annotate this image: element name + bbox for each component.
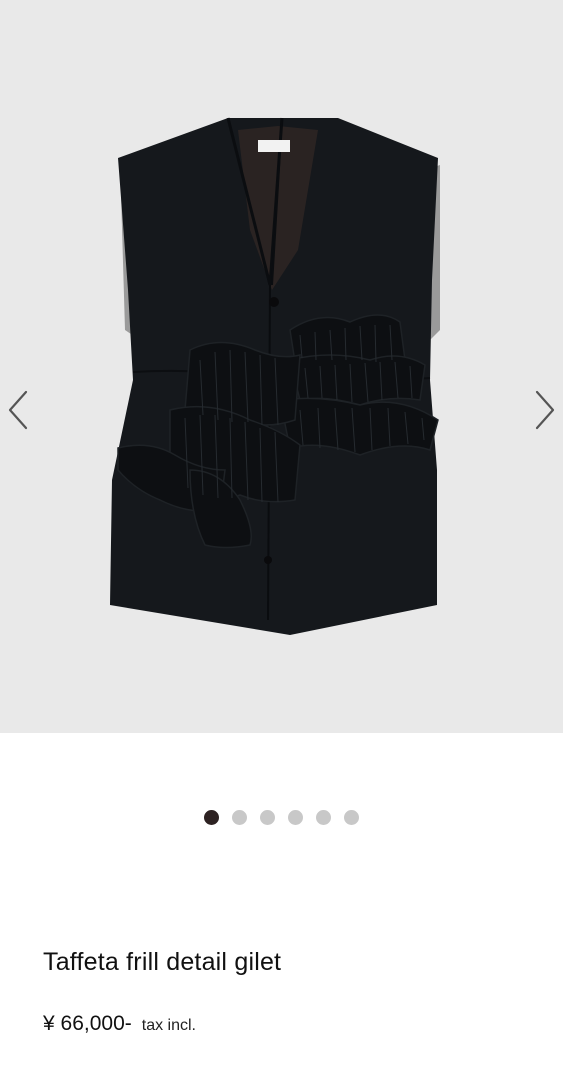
chevron-right-icon — [535, 390, 555, 430]
pagination-dot-4[interactable] — [288, 810, 303, 825]
gallery-pagination — [0, 810, 563, 825]
product-title: Taffeta frill detail gilet — [43, 948, 282, 976]
pagination-dot-3[interactable] — [260, 810, 275, 825]
pagination-dot-5[interactable] — [316, 810, 331, 825]
pagination-dot-1[interactable] — [204, 810, 219, 825]
tax-note: tax incl. — [141, 1017, 196, 1034]
pagination-dot-6[interactable] — [344, 810, 359, 825]
chevron-left-icon — [8, 390, 28, 430]
pagination-dot-2[interactable] — [232, 810, 247, 825]
previous-image-button[interactable] — [0, 380, 36, 440]
next-image-button[interactable] — [527, 380, 563, 440]
product-price: ¥ 66,000- — [43, 1012, 132, 1035]
product-image-gallery[interactable] — [0, 0, 563, 733]
product-image — [110, 117, 440, 635]
price-row: ¥ 66,000- tax incl. — [43, 1012, 196, 1036]
